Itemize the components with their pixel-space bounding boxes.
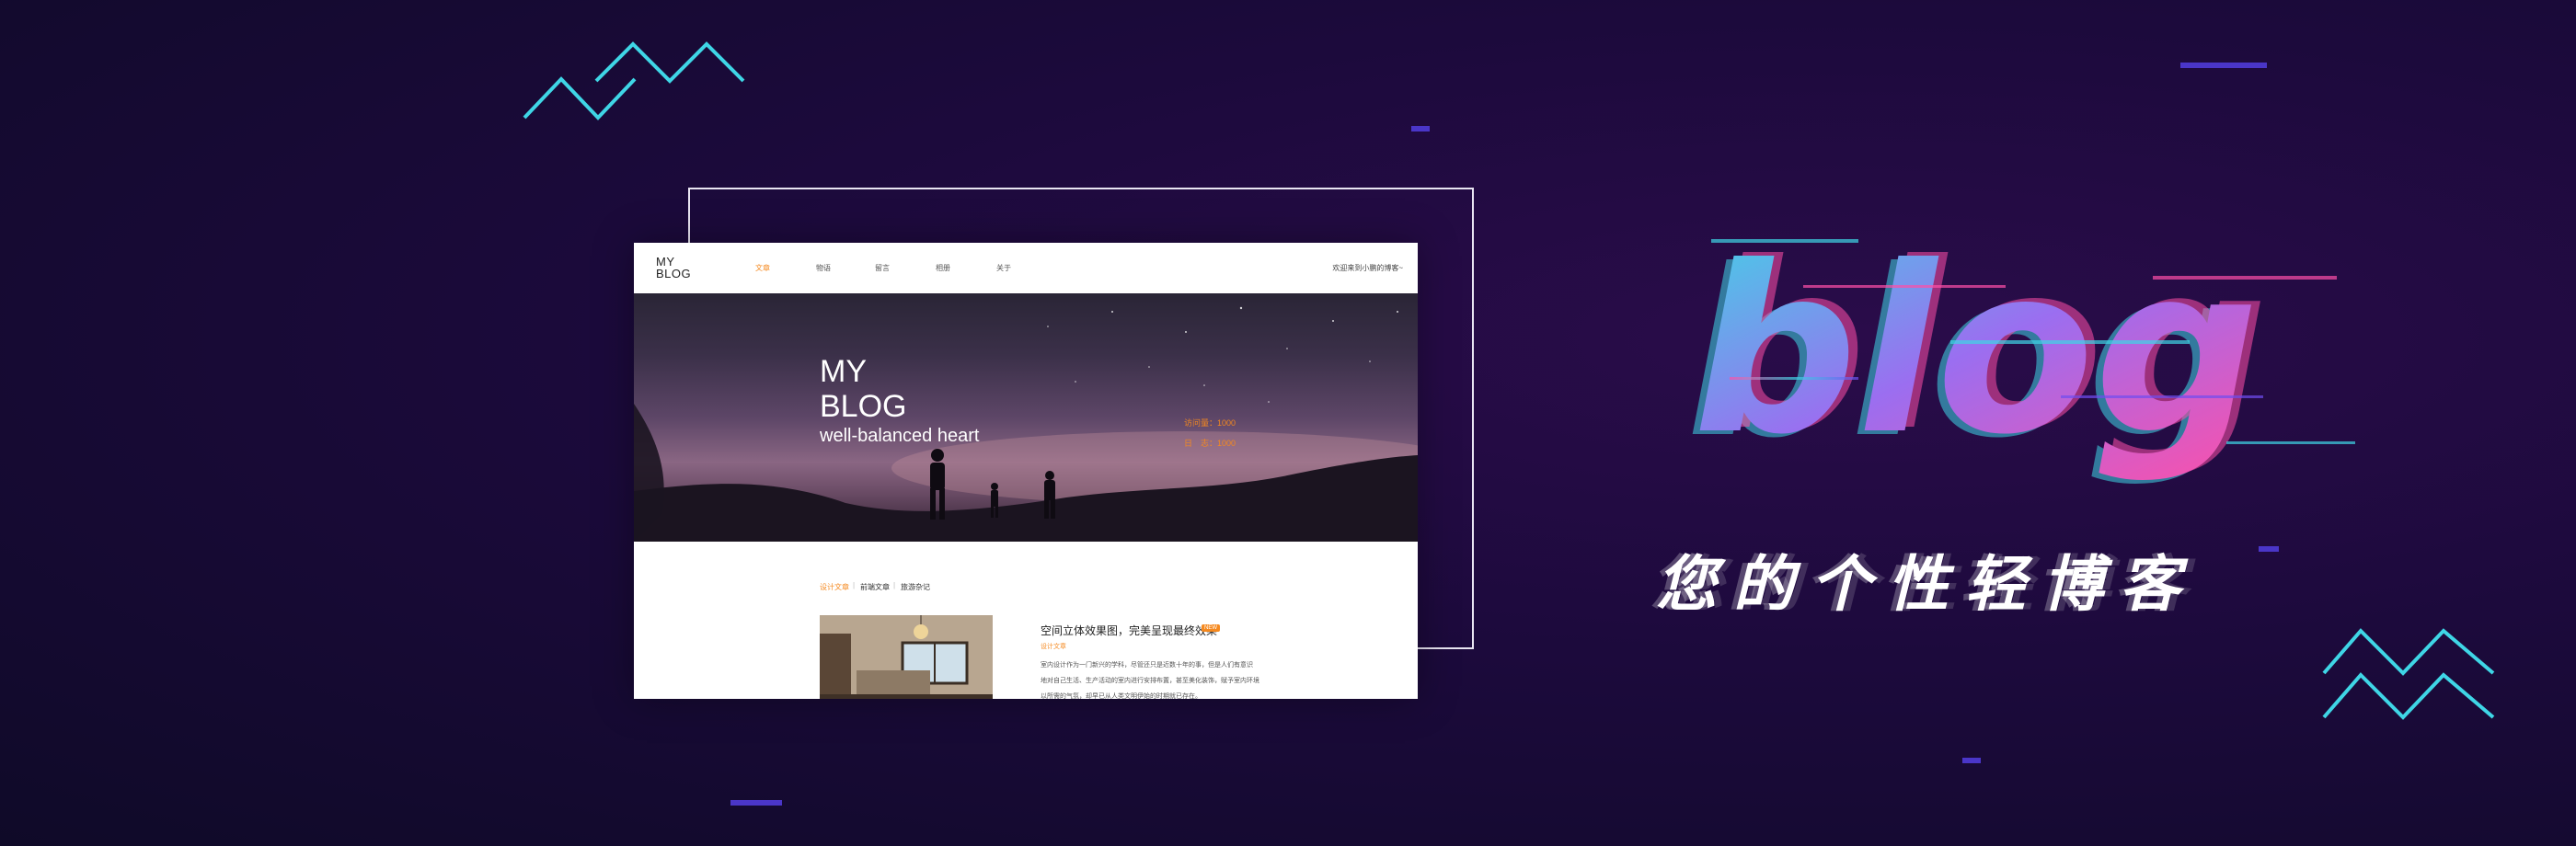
nav-item-album[interactable]: 相册 (936, 263, 950, 273)
tab-separator: | (893, 581, 896, 589)
hero-title-line-2: BLOG (820, 389, 907, 424)
welcome-text: 欢迎来到小鹏的博客~ (1332, 264, 1403, 272)
blog-headline: blog blog blog (1685, 213, 2355, 488)
article-title[interactable]: 空间立体效果图，完美呈现最终效果 (1041, 623, 1217, 638)
night-sky-illustration (634, 306, 1418, 542)
dash-decoration (1962, 758, 1981, 763)
log-count: 日 志：1000 (1184, 439, 1236, 448)
tab-frontend-articles[interactable]: 前端文章 (860, 582, 890, 592)
hero-banner: MY BLOG well-balanced heart 访问量：1000 日 志… (634, 293, 1418, 542)
logo-line-2: BLOG (656, 267, 692, 280)
article-excerpt-line: 以所需的气氛，却早已从人类文明伊始的时期就已存在。 (1041, 693, 1202, 699)
new-badge: NEW (1202, 624, 1220, 632)
nav-item-about[interactable]: 关于 (996, 263, 1011, 273)
mockup-logo[interactable]: MY BLOG (656, 256, 691, 280)
article-category[interactable]: 设计文章 (1041, 642, 1066, 651)
dash-decoration (1411, 126, 1430, 131)
hero-title-line-1: MY (820, 354, 867, 389)
hero-subtitle: well-balanced heart (820, 426, 980, 446)
blog-word: blog (1693, 217, 2259, 485)
article-excerpt-line: 室内设计作为一门新兴的学科，尽管还只是近数十年的事，但是人们有意识 (1041, 662, 1253, 669)
dash-decoration (2259, 546, 2279, 552)
nav-item-stories[interactable]: 物语 (816, 263, 831, 273)
visit-count: 访问量：1000 (1184, 418, 1236, 428)
interior-room-image (820, 615, 993, 699)
nav-item-articles[interactable]: 文章 (755, 263, 770, 273)
hero-title: MY BLOG (820, 354, 906, 424)
dash-decoration (730, 800, 782, 806)
article-excerpt-line: 地对自己生活、生产活动的室内进行安排布置，甚至美化装饰，赋予室内环境 (1041, 678, 1259, 684)
tab-design-articles[interactable]: 设计文章 (820, 582, 849, 592)
zigzag-decoration-top-left (523, 41, 745, 120)
tab-travel-notes[interactable]: 旅游杂记 (901, 582, 930, 592)
website-mockup: MY BLOG 文章 物语 留言 相册 关于 欢迎来到小鹏的博客~ MY BLO… (634, 243, 1418, 699)
zigzag-decoration-bottom-right (2322, 628, 2495, 720)
headline-subtitle: 您的个性轻博客 (1656, 550, 2197, 618)
dash-decoration (2180, 63, 2267, 68)
mockup-navbar: MY BLOG 文章 物语 留言 相册 关于 欢迎来到小鹏的博客~ (634, 243, 1418, 293)
article-thumbnail[interactable] (820, 615, 993, 699)
tab-separator: | (853, 581, 856, 589)
article-section: 设计文章 | 前端文章 | 旅游杂记 空间立体效果图，完美呈现最终效果 NEW … (634, 542, 1418, 699)
nav-item-messages[interactable]: 留言 (875, 263, 890, 273)
